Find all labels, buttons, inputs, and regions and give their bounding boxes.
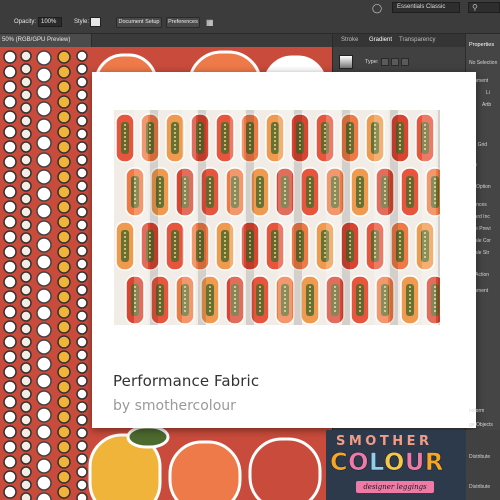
linear-gradient-button[interactable] bbox=[381, 58, 389, 66]
tab-gradient[interactable]: Gradient bbox=[369, 37, 392, 43]
opacity-label: Opacity: bbox=[14, 19, 37, 25]
properties-item: No Selection bbox=[469, 60, 498, 66]
logo-letter: O bbox=[348, 448, 370, 477]
panel-tabs: Stroke Gradient Transparency bbox=[333, 34, 465, 47]
opacity-value: 100% bbox=[41, 19, 57, 25]
control-bar: ◯ Essentials Classic ⚲ Opacity: 100% Sty… bbox=[0, 0, 500, 34]
panel-label[interactable]: Distribute bbox=[469, 484, 490, 490]
pin-card[interactable]: Performance Fabric by smothercolour bbox=[92, 72, 476, 428]
card-title: Performance Fabric bbox=[113, 372, 260, 390]
panel-label[interactable]: Distribute bbox=[469, 454, 490, 460]
logo-letter: U bbox=[404, 448, 425, 477]
panel-label[interactable]: ge Objects bbox=[469, 422, 493, 428]
tab-strip bbox=[92, 34, 332, 47]
logo-letter: O bbox=[383, 448, 405, 477]
properties-title: Properties bbox=[469, 42, 495, 48]
logo-smother-text: SMOTHER bbox=[336, 434, 433, 449]
panel-label[interactable]: nsform bbox=[469, 408, 484, 414]
fabric-photo bbox=[114, 110, 440, 325]
style-swatch[interactable] bbox=[90, 17, 101, 27]
radial-gradient-button[interactable] bbox=[391, 58, 399, 66]
opacity-input[interactable]: 100% bbox=[38, 17, 62, 27]
workspace-label: Essentials Classic bbox=[397, 4, 446, 10]
lightbulb-icon[interactable]: ◯ bbox=[372, 3, 382, 14]
brand-logo: SMOTHER COLOUR designer leggings bbox=[326, 430, 466, 500]
search-field[interactable]: ⚲ bbox=[468, 2, 500, 13]
logo-tagline: designer leggings bbox=[356, 481, 434, 493]
document-setup-label: Document Setup bbox=[118, 19, 160, 25]
style-label: Style: bbox=[74, 19, 90, 25]
arrange-icon[interactable]: ▦ bbox=[206, 18, 214, 27]
document-tab-label: 50% (RGB/GPU Preview) bbox=[2, 37, 71, 43]
search-icon: ⚲ bbox=[472, 3, 478, 12]
freeform-gradient-button[interactable] bbox=[401, 58, 409, 66]
properties-item[interactable]: Artb bbox=[482, 102, 491, 108]
gradient-controls: Type: bbox=[339, 55, 461, 69]
draped-fabric-image bbox=[114, 110, 440, 325]
preferences-label: Preferences bbox=[168, 19, 198, 25]
gradient-type-label: Type: bbox=[365, 59, 379, 65]
gradient-preview[interactable] bbox=[339, 55, 353, 69]
properties-item[interactable]: Li bbox=[486, 90, 490, 96]
card-byline[interactable]: by smothercolour bbox=[113, 398, 236, 414]
tab-stroke[interactable]: Stroke bbox=[341, 37, 358, 43]
logo-letter: C bbox=[330, 448, 349, 477]
document-setup-button[interactable]: Document Setup bbox=[116, 17, 162, 28]
logo-letter: R bbox=[424, 448, 444, 477]
logo-letter: L bbox=[369, 448, 384, 477]
transform-panel: nsform ge Objects Distribute Distribute bbox=[466, 408, 500, 500]
preferences-button[interactable]: Preferences bbox=[166, 17, 200, 28]
tab-transparency[interactable]: Transparency bbox=[399, 37, 435, 43]
logo-colour-text: COLOUR bbox=[330, 448, 444, 477]
workspace-switcher[interactable]: Essentials Classic bbox=[392, 2, 460, 13]
document-tab[interactable]: 50% (RGB/GPU Preview) bbox=[0, 34, 92, 47]
